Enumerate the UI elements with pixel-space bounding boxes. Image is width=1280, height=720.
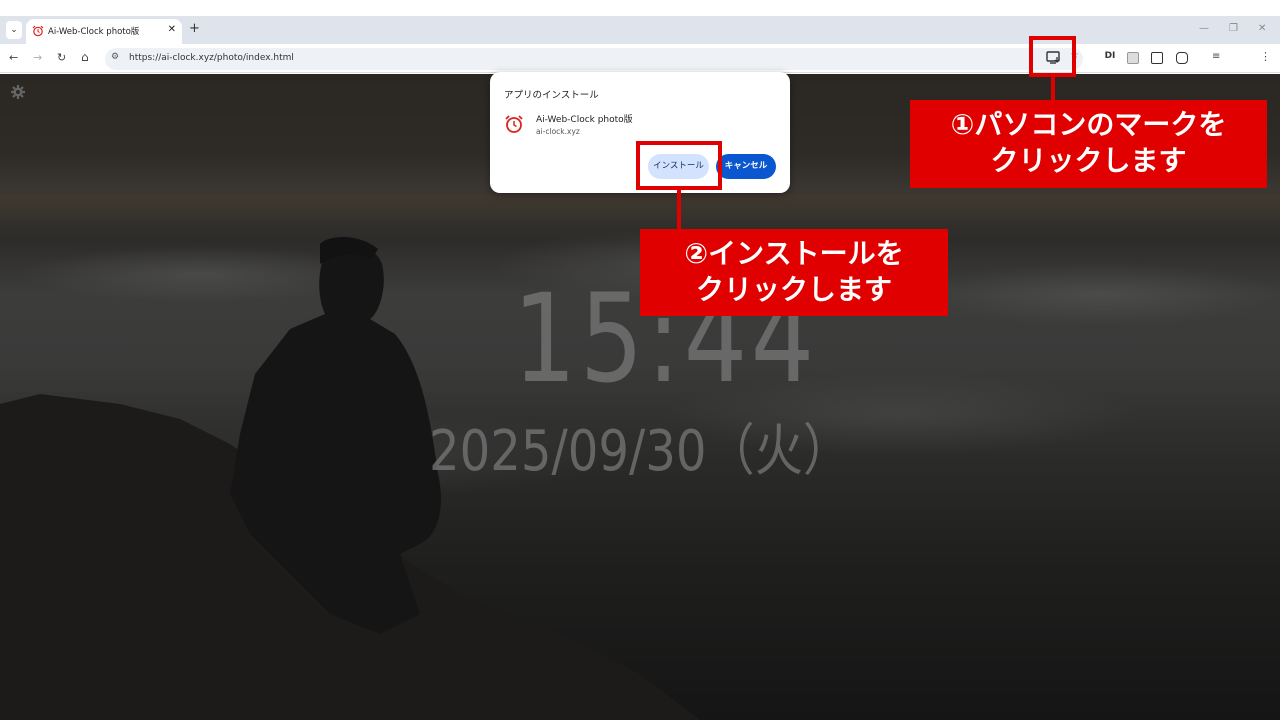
tab-list-button[interactable]: ⌄ [6,21,22,39]
browser-menu-icon[interactable]: ⋮ [1260,50,1271,63]
step1-line1: ①パソコンのマークを [950,108,1227,141]
minimize-icon[interactable]: — [1199,23,1209,34]
restore-icon[interactable]: ❐ [1229,23,1238,34]
back-icon[interactable]: ← [9,51,18,64]
extension-di-icon[interactable]: DI [1104,52,1116,64]
step1-line2: クリックします [990,144,1187,177]
tab-close-icon[interactable]: ✕ [168,24,176,35]
browser-toolbar: ← → ↻ ⌂ ⚙ https://ai-clock.xyz/photo/ind… [0,44,1280,73]
active-tab[interactable]: Ai-Web-Clock photo版 ✕ [26,19,182,44]
url-text[interactable]: https://ai-clock.xyz/photo/index.html [129,53,294,63]
step2-line1: ②インストールを [684,237,904,270]
window-top-strip [0,0,1280,16]
extension-icon[interactable] [1151,52,1163,64]
tab-title: Ai-Web-Clock photo版 [48,27,140,37]
step2-line2: クリックします [695,273,892,306]
cancel-button[interactable]: キャンセル [716,154,776,179]
dialog-app-domain: ai-clock.xyz [536,127,580,136]
step1-callout: ①パソコンのマークを クリックします [910,100,1267,188]
new-tab-button[interactable]: + [189,21,200,36]
install-icon-highlight [1029,36,1076,77]
address-bar[interactable]: ⚙ https://ai-clock.xyz/photo/index.html [105,48,1083,70]
step2-connector [677,190,681,229]
step2-callout: ②インストールを クリックします [640,229,948,316]
window-close-icon[interactable]: ✕ [1258,23,1266,34]
puzzle-extensions-icon[interactable] [1176,52,1188,64]
dialog-app-name: Ai-Web-Clock photo版 [536,115,633,125]
dialog-title: アプリのインストール [504,90,599,101]
alarm-clock-icon [32,25,44,37]
reload-icon[interactable]: ↻ [57,51,66,64]
rss-extension-icon[interactable] [1127,52,1139,64]
reading-list-icon[interactable]: ≡ [1212,51,1220,62]
tab-bar: ⌄ Ai-Web-Clock photo版 ✕ + — ❐ ✕ [0,16,1280,44]
clock-date: 2025/09/30（火） [428,419,852,484]
site-info-icon[interactable]: ⚙ [111,52,119,62]
home-icon[interactable]: ⌂ [81,50,89,64]
install-button-highlight [636,141,722,190]
alarm-clock-icon [505,115,523,133]
forward-icon[interactable]: → [33,51,42,64]
settings-gear-icon[interactable] [10,84,26,100]
step1-connector [1051,77,1055,100]
